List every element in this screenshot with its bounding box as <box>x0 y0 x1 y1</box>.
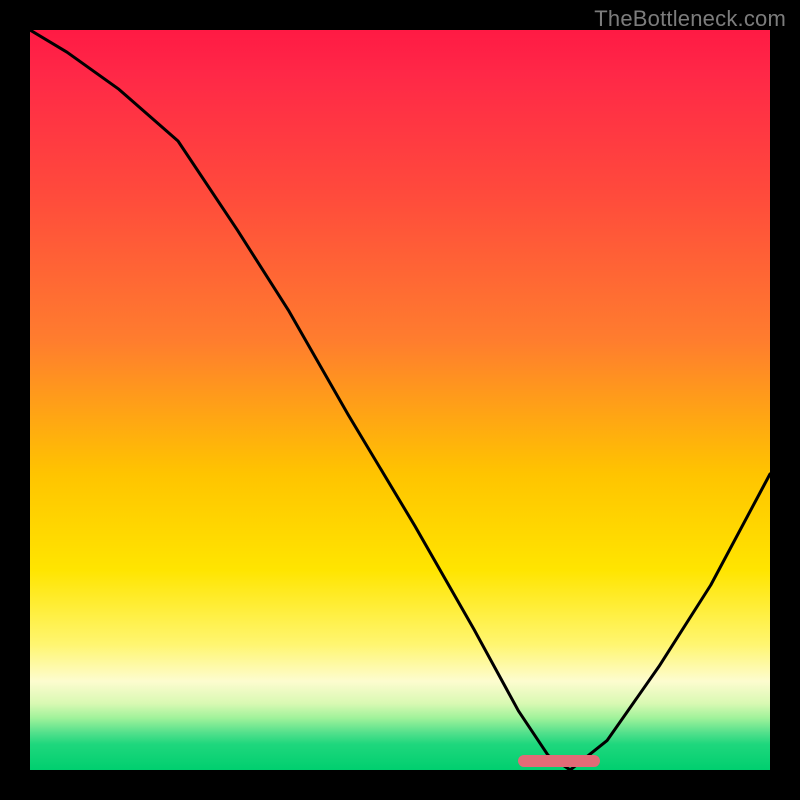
curve-overlay <box>30 30 770 770</box>
optimal-marker <box>518 755 599 767</box>
chart-container: TheBottleneck.com <box>0 0 800 800</box>
plot-area <box>30 30 770 770</box>
watermark-text: TheBottleneck.com <box>594 6 786 32</box>
bottleneck-curve <box>30 30 770 770</box>
